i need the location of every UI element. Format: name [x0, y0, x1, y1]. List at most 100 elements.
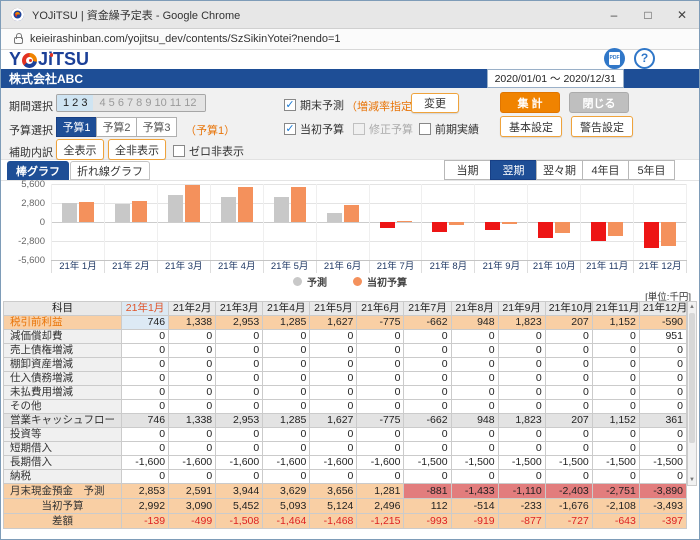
help-icon[interactable]: ?	[634, 48, 655, 69]
row-label[interactable]: その他	[4, 400, 122, 414]
value-cell[interactable]: 951	[639, 330, 686, 344]
value-cell[interactable]: 0	[263, 428, 310, 442]
value-cell[interactable]: 361	[639, 414, 686, 428]
value-cell[interactable]: -1,600	[263, 456, 310, 470]
value-cell[interactable]: 0	[498, 344, 545, 358]
row-label[interactable]: 売上債権増減	[4, 344, 122, 358]
value-cell[interactable]: 0	[310, 428, 357, 442]
value-cell[interactable]: 1,285	[263, 414, 310, 428]
value-cell[interactable]: 0	[592, 358, 639, 372]
period-tab-4[interactable]: 5年目	[628, 160, 675, 180]
maximize-button[interactable]: □	[631, 8, 665, 22]
row-label[interactable]: 仕入債務増減	[4, 372, 122, 386]
warning-settings-button[interactable]: 警告設定	[571, 116, 633, 137]
close-button[interactable]: 閉じる	[569, 92, 629, 113]
value-cell[interactable]: 0	[498, 400, 545, 414]
value-cell[interactable]: -775	[357, 316, 404, 330]
value-cell[interactable]: 0	[169, 442, 216, 456]
value-cell[interactable]: 0	[357, 330, 404, 344]
value-cell[interactable]: 1,338	[169, 414, 216, 428]
value-cell[interactable]: 0	[545, 372, 592, 386]
value-cell[interactable]: 0	[357, 372, 404, 386]
value-cell[interactable]: -1,676	[545, 499, 592, 514]
value-cell[interactable]: 0	[639, 358, 686, 372]
value-cell[interactable]: 0	[169, 372, 216, 386]
row-label[interactable]: 税引前利益	[4, 316, 122, 330]
value-cell[interactable]: 1,823	[498, 414, 545, 428]
value-cell[interactable]: -662	[404, 414, 451, 428]
address-bar[interactable]: keieirashinban.com/yojitsu_dev/contents/…	[1, 29, 699, 50]
row-label[interactable]: 営業キャッシュフロー	[4, 414, 122, 428]
value-cell[interactable]: 1,281	[357, 484, 404, 499]
value-cell[interactable]: 2,953	[216, 316, 263, 330]
value-cell[interactable]: 0	[451, 372, 498, 386]
value-cell[interactable]: 0	[498, 470, 545, 484]
value-cell[interactable]: -1,433	[451, 484, 498, 499]
value-cell[interactable]: 0	[216, 428, 263, 442]
value-cell[interactable]: -139	[122, 514, 169, 529]
value-cell[interactable]: 0	[592, 400, 639, 414]
budget3-button[interactable]: 予算3	[136, 117, 177, 137]
value-cell[interactable]: -993	[404, 514, 451, 529]
value-cell[interactable]: -1,500	[498, 456, 545, 470]
value-cell[interactable]: 0	[310, 372, 357, 386]
value-cell[interactable]: -1,600	[357, 456, 404, 470]
value-cell[interactable]: 0	[451, 358, 498, 372]
value-cell[interactable]: 0	[122, 400, 169, 414]
value-cell[interactable]: 0	[498, 442, 545, 456]
value-cell[interactable]: 5,124	[310, 499, 357, 514]
value-cell[interactable]: 0	[498, 428, 545, 442]
value-cell[interactable]: 0	[310, 442, 357, 456]
value-cell[interactable]: 0	[592, 470, 639, 484]
value-cell[interactable]: 0	[404, 442, 451, 456]
value-cell[interactable]: 0	[639, 372, 686, 386]
hide-zero-checkbox[interactable]: ゼロ非表示	[173, 143, 244, 159]
value-cell[interactable]: 0	[310, 330, 357, 344]
row-label[interactable]: 短期借入	[4, 442, 122, 456]
value-cell[interactable]: 0	[357, 400, 404, 414]
value-cell[interactable]: 0	[404, 358, 451, 372]
value-cell[interactable]: 746	[122, 316, 169, 330]
value-cell[interactable]: 1,152	[592, 414, 639, 428]
value-cell[interactable]: 0	[263, 386, 310, 400]
value-cell[interactable]: 1,823	[498, 316, 545, 330]
value-cell[interactable]: 0	[545, 442, 592, 456]
value-cell[interactable]: 0	[122, 428, 169, 442]
value-cell[interactable]: 0	[404, 330, 451, 344]
value-cell[interactable]: 2,853	[122, 484, 169, 499]
value-cell[interactable]: 0	[639, 470, 686, 484]
row-label[interactable]: 差額	[4, 514, 122, 529]
tab-bar-graph[interactable]: 棒グラフ	[7, 161, 69, 180]
value-cell[interactable]: 1,627	[310, 414, 357, 428]
value-cell[interactable]: -233	[498, 499, 545, 514]
period-months-active[interactable]: 1 2 3	[57, 95, 93, 111]
row-label[interactable]: 棚卸資産増減	[4, 358, 122, 372]
value-cell[interactable]: 0	[498, 330, 545, 344]
value-cell[interactable]: 0	[545, 358, 592, 372]
value-cell[interactable]: -919	[451, 514, 498, 529]
value-cell[interactable]: 0	[639, 428, 686, 442]
value-cell[interactable]: 0	[357, 428, 404, 442]
change-button[interactable]: 変更	[411, 93, 459, 113]
budget2-button[interactable]: 予算2	[96, 117, 137, 137]
value-cell[interactable]: 0	[169, 400, 216, 414]
value-cell[interactable]: 0	[545, 428, 592, 442]
value-cell[interactable]: 0	[310, 344, 357, 358]
value-cell[interactable]: -643	[592, 514, 639, 529]
value-cell[interactable]: -881	[404, 484, 451, 499]
value-cell[interactable]: 0	[122, 442, 169, 456]
value-cell[interactable]: 3,629	[263, 484, 310, 499]
scrollbar-thumb[interactable]	[689, 313, 695, 443]
value-cell[interactable]: 0	[404, 400, 451, 414]
period-month-selector[interactable]: 1 2 3 4 5 6 7 8 9 10 11 12	[56, 94, 206, 112]
value-cell[interactable]: 0	[263, 400, 310, 414]
value-cell[interactable]: -514	[451, 499, 498, 514]
value-cell[interactable]: -590	[639, 316, 686, 330]
value-cell[interactable]: 0	[357, 386, 404, 400]
value-cell[interactable]: -775	[357, 414, 404, 428]
value-cell[interactable]: 1,285	[263, 316, 310, 330]
value-cell[interactable]: 0	[639, 400, 686, 414]
value-cell[interactable]: 0	[357, 344, 404, 358]
value-cell[interactable]: -1,600	[122, 456, 169, 470]
date-range-field[interactable]: 2020/01/01 ～ 2020/12/31	[487, 69, 624, 88]
